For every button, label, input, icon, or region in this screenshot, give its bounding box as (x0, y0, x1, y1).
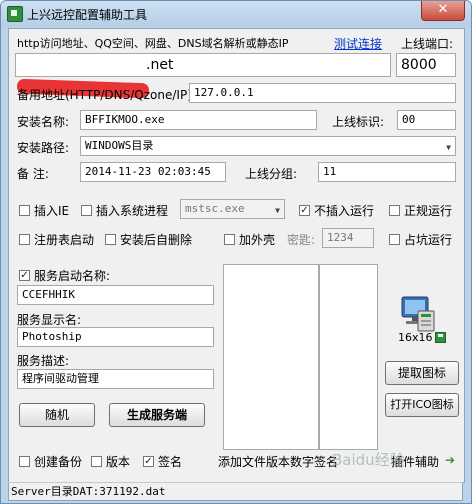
online-mark-input[interactable]: 00 (397, 110, 456, 130)
version-checkbox[interactable] (91, 456, 102, 467)
online-group-label: 上线分组: (245, 167, 298, 181)
note-input[interactable]: 2014-11-23 02:03:45 (80, 162, 226, 182)
occupy-run-checkbox[interactable] (389, 234, 400, 245)
password-input[interactable]: 1234 (322, 228, 374, 248)
signature-label: 签名 (158, 455, 183, 469)
insert-ie-label: 插入IE (34, 204, 70, 218)
no-insert-checkbox[interactable] (299, 205, 310, 216)
app-window: 上兴远控配置辅助工具 ✕ http访问地址、QQ空间、网盘、DNS域名解析或静态… (0, 0, 472, 504)
port-label: 上线端口: (401, 37, 454, 51)
install-path-label: 安装路径: (17, 141, 70, 155)
insert-process-checkbox[interactable] (81, 205, 92, 216)
password-label: 密匙: (287, 233, 316, 247)
no-insert-label: 不插入运行 (314, 204, 375, 218)
port-input[interactable]: 8000 (396, 53, 456, 77)
backup-address-input[interactable]: 127.0.0.1 (189, 83, 456, 103)
signature-checkbox[interactable] (143, 456, 154, 467)
icon-list-left[interactable] (223, 264, 319, 450)
watermark: Baidu经验 (332, 451, 405, 469)
add-version-signature-label: 添加文件版本数字签名 (218, 455, 339, 469)
normal-run-checkbox[interactable] (389, 205, 400, 216)
extract-icon-button[interactable]: 提取图标 (385, 361, 459, 385)
install-path-select[interactable]: WINDOWS目录 (80, 136, 456, 156)
insert-ie-checkbox[interactable] (19, 205, 30, 216)
app-icon (7, 6, 23, 22)
arrow-right-icon[interactable]: ➔ (445, 453, 455, 467)
pack-shell-checkbox[interactable] (224, 234, 235, 245)
create-backup-label: 创建备份 (34, 455, 83, 469)
version-label: 版本 (106, 455, 131, 469)
note-label: 备 注: (17, 167, 49, 181)
status-bar: Server目录DAT:371192.dat (8, 482, 463, 501)
test-connection-link[interactable]: 测试连接 (334, 35, 382, 52)
service-start-name-label: 服务启动名称: (34, 269, 111, 283)
main-form: http访问地址、QQ空间、网盘、DNS域名解析或静态IP 测试连接 上线端口:… (8, 28, 465, 483)
service-description-label: 服务描述: (17, 354, 70, 368)
random-button[interactable]: 随机 (19, 403, 95, 427)
http-address-label: http访问地址、QQ空间、网盘、DNS域名解析或静态IP (17, 37, 289, 50)
service-start-name-input[interactable]: CCEFHHIK (17, 285, 214, 305)
icon-list-right[interactable] (319, 264, 378, 450)
online-group-input[interactable]: 11 (318, 162, 456, 182)
registry-start-checkbox[interactable] (19, 234, 30, 245)
icon-size-label: 16x16 (398, 331, 433, 344)
service-display-name-input[interactable]: Photoship (17, 327, 214, 347)
process-select[interactable]: mstsc.exe (180, 199, 285, 219)
online-mark-label: 上线标识: (332, 115, 385, 129)
service-start-checkbox[interactable] (19, 270, 30, 281)
close-button[interactable]: ✕ (421, 1, 465, 21)
save-icon[interactable] (435, 332, 446, 343)
address-input[interactable]: .net (15, 53, 391, 77)
self-delete-checkbox[interactable] (105, 234, 116, 245)
service-description-input[interactable]: 程序间驱动管理 (17, 369, 214, 389)
registry-start-label: 注册表启动 (34, 233, 95, 247)
create-backup-checkbox[interactable] (19, 456, 30, 467)
insert-process-label: 插入系统进程 (96, 204, 169, 218)
monitor-icon (401, 296, 435, 332)
pack-shell-label: 加外壳 (239, 233, 276, 247)
self-delete-label: 安装后自删除 (120, 233, 193, 247)
install-name-label: 安装名称: (17, 115, 70, 129)
title-bar[interactable]: 上兴远控配置辅助工具 ✕ (1, 1, 471, 27)
install-name-input[interactable]: BFFIKMOO.exe (80, 110, 317, 130)
service-display-name-label: 服务显示名: (17, 313, 82, 327)
backup-address-label: 备用地址(HTTP/DNS/Qzone/IP): (17, 88, 196, 102)
window-title: 上兴远控配置辅助工具 (27, 8, 148, 22)
occupy-run-label: 占坑运行 (404, 233, 453, 247)
normal-run-label: 正规运行 (404, 204, 453, 218)
open-ico-button[interactable]: 打开ICO图标 (385, 393, 459, 417)
generate-server-button[interactable]: 生成服务端 (109, 403, 205, 427)
